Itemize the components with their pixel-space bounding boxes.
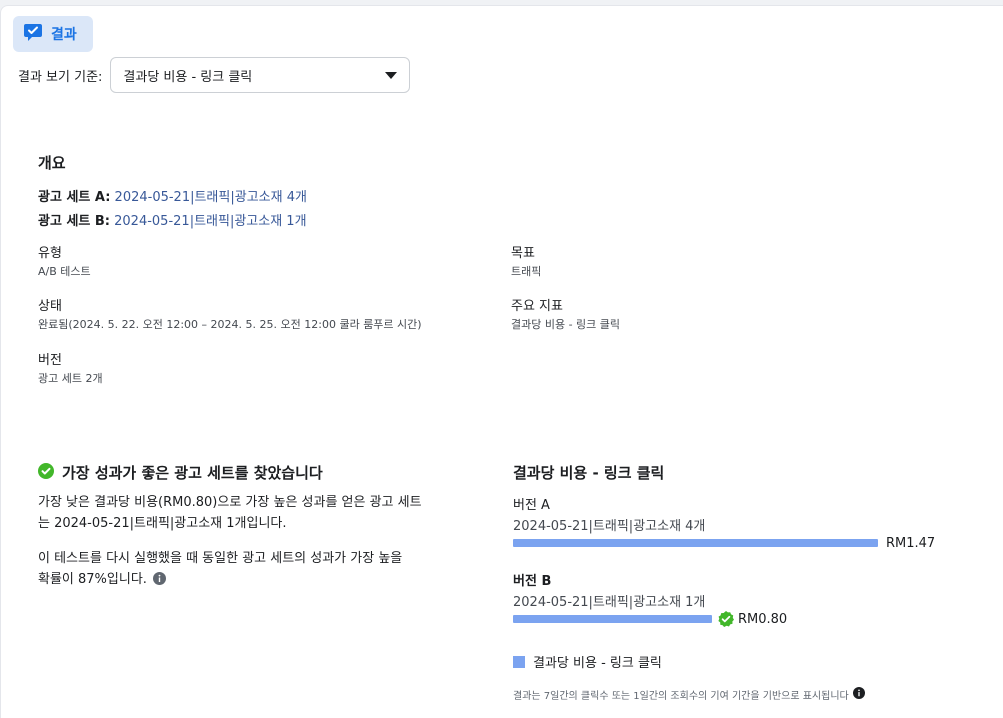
key-metric-label: 주요 지표 [511,299,563,314]
winner-heading: 가장 성과가 좋은 광고 세트를 찾았습니다 [38,462,323,483]
results-panel: 결과 결과 보기 기준: 결과당 비용 - 링크 클릭 개요 광고 세트 A: … [0,5,1003,718]
metric-dropdown[interactable]: 결과당 비용 - 링크 클릭 [110,57,411,93]
chevron-down-icon [385,71,398,79]
info-icon[interactable] [153,571,167,592]
version-a-bar-row: RM1.47 [513,533,935,553]
chart-title: 결과당 비용 - 링크 클릭 [513,464,665,482]
legend-label: 결과당 비용 - 링크 클릭 [533,656,662,671]
version-b-subtitle: 2024-05-21|트래픽|광고소재 1개 [513,595,706,610]
version-a-subtitle: 2024-05-21|트래픽|광고소재 4개 [513,519,706,534]
version-label: 버전 [38,353,62,368]
type-value: A/B 테스트 [38,265,91,278]
filter-label: 결과 보기 기준: [18,69,103,85]
check-circle-icon [38,462,54,483]
winner-description-line1: 가장 낮은 결과당 비용(RM0.80)으로 가장 높은 성과를 얻은 광고 세… [38,495,422,510]
version-value: 광고 세트 2개 [38,372,103,385]
results-tab-label: 결과 [51,27,77,43]
checklist-chat-icon [23,22,43,46]
status-value: 완료됨(2024. 5. 22. 오전 12:00 – 2024. 5. 25.… [38,318,422,331]
status-label: 상태 [38,299,62,314]
winner-heading-text: 가장 성과가 좋은 광고 세트를 찾았습니다 [62,464,323,482]
version-a-label: 버전 A [513,498,550,513]
probability-line2-row: 확률이 87%입니다. [38,569,468,592]
adset-b-row: 광고 세트 B: 2024-05-21|트래픽|광고소재 1개 [38,210,307,229]
goal-value: 트래픽 [511,265,542,278]
footnote-text: 결과는 7일간의 클릭수 또는 1일간의 조회수의 기여 기간을 기반으로 표시… [513,691,849,702]
chart-legend: 결과당 비용 - 링크 클릭 [513,652,662,671]
results-tab[interactable]: 결과 [13,16,93,52]
adset-a-label: 광고 세트 A: [38,190,111,205]
bar-version-a-value: RM1.47 [886,535,936,551]
view-by-filter: 결과 보기 기준: 결과당 비용 - 링크 클릭 [18,57,411,93]
probability-line2: 확률이 87%입니다. [38,572,147,587]
adset-a-link[interactable]: 2024-05-21|트래픽|광고소재 4개 [115,190,307,205]
legend-swatch [513,655,525,668]
dropdown-selected-value: 결과당 비용 - 링크 클릭 [123,69,253,85]
winner-description: 가장 낮은 결과당 비용(RM0.80)으로 가장 높은 성과를 얻은 광고 세… [38,492,468,534]
probability-line1: 이 테스트를 다시 실행했을 때 동일한 광고 세트의 성과가 가장 높을 [38,551,403,566]
type-label: 유형 [38,246,62,261]
adset-b-label: 광고 세트 B: [38,214,110,229]
version-b-bar-row: RM0.80 [513,609,787,629]
version-b-label: 버전 B [513,574,552,589]
footnote-info-icon[interactable] [852,687,865,702]
bar-version-b-value: RM0.80 [738,611,788,627]
bar-version-b [513,615,712,623]
adset-b-link[interactable]: 2024-05-21|트래픽|광고소재 1개 [114,214,306,229]
probability-description: 이 테스트를 다시 실행했을 때 동일한 광고 세트의 성과가 가장 높을 확률… [38,548,468,592]
winner-description-line2: 는 2024-05-21|트래픽|광고소재 1개입니다. [38,516,287,531]
attribution-footnote: 결과는 7일간의 클릭수 또는 1일간의 조회수의 기여 기간을 기반으로 표시… [513,687,865,702]
key-metric-value: 결과당 비용 - 링크 클릭 [511,318,621,331]
bar-version-a [513,539,878,547]
winner-check-icon [718,611,734,627]
goal-label: 목표 [511,246,535,261]
overview-title: 개요 [38,154,66,172]
adset-a-row: 광고 세트 A: 2024-05-21|트래픽|광고소재 4개 [38,186,307,205]
